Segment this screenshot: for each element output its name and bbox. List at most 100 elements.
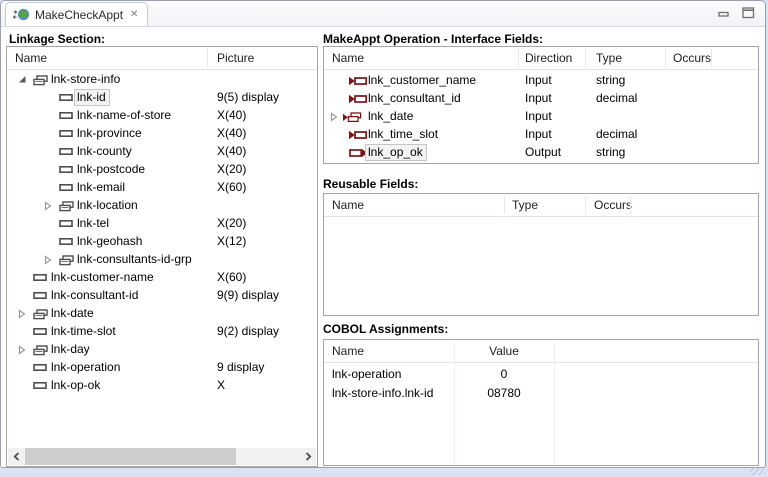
column-header-direction[interactable]: Direction — [525, 51, 572, 65]
field-icon — [59, 129, 73, 138]
scroll-right-icon[interactable] — [299, 448, 316, 465]
tree-row[interactable]: lnk-consultant-id9(9) display — [7, 286, 317, 304]
tree-row-name: lnk-operation — [51, 360, 120, 374]
column-header-name[interactable]: Name — [332, 51, 364, 65]
tab-title: MakeCheckAppt — [35, 8, 123, 22]
tree-row[interactable]: lnk-customer-name X(60) — [7, 268, 317, 286]
assignment-row[interactable]: lnk-store-info.lnk-id08780 — [324, 383, 758, 402]
column-header-type[interactable]: Type — [512, 198, 538, 212]
interface-field-row[interactable]: lnk_customer_nameInputstring — [324, 71, 758, 89]
field-icon — [59, 219, 73, 228]
tab-makecheckappt[interactable]: MakeCheckAppt ✕ — [5, 2, 148, 26]
cobol-assignments-panel: Name Value lnk-operation0lnk-store-info.… — [323, 339, 759, 466]
tree-row[interactable]: lnk-operation9 display — [7, 358, 317, 376]
column-divider[interactable] — [630, 196, 631, 214]
assignment-name: lnk-store-info.lnk-id — [332, 386, 433, 400]
column-header-name[interactable]: Name — [332, 198, 364, 212]
column-header-name[interactable]: Name — [332, 344, 364, 358]
expand-toggle-icon[interactable] — [18, 309, 26, 319]
field-icon — [33, 273, 47, 282]
tree-row-name: lnk-name-of-store — [77, 108, 171, 122]
column-header-occurs[interactable]: Occurs — [594, 198, 632, 212]
input-group-icon — [343, 112, 362, 123]
column-header-value[interactable]: Value — [454, 344, 554, 358]
column-divider[interactable] — [518, 49, 519, 67]
tree-row[interactable]: lnk-countyX(40) — [7, 142, 317, 160]
interface-fields-header: Name Direction Type Occurs — [324, 47, 758, 70]
group-icon — [33, 309, 48, 320]
tree-row[interactable]: lnk-consultants-id-grp — [7, 250, 317, 268]
horizontal-scrollbar[interactable] — [8, 448, 316, 465]
interface-fields-label: MakeAppt Operation - Interface Fields: — [323, 32, 543, 46]
tree-row[interactable]: lnk-store-info — [7, 70, 317, 88]
tree-row-name: lnk-op-ok — [51, 378, 100, 392]
interface-field-row[interactable]: lnk_time_slotInputdecimal — [324, 125, 758, 143]
tree-row-picture: X(20) — [217, 162, 246, 176]
tree-row[interactable]: lnk-provinceX(40) — [7, 124, 317, 142]
tree-row-name: lnk-store-info — [51, 72, 120, 86]
column-header-occurs[interactable]: Occurs — [673, 51, 711, 65]
resize-grip[interactable] — [750, 467, 764, 475]
column-divider[interactable] — [585, 49, 586, 67]
tree-row[interactable]: lnk-emailX(60) — [7, 178, 317, 196]
column-divider[interactable] — [585, 196, 586, 214]
column-divider[interactable] — [711, 49, 712, 67]
scroll-left-icon[interactable] — [8, 448, 25, 465]
column-divider[interactable] — [207, 49, 208, 67]
tree-row[interactable]: lnk-date — [7, 304, 317, 322]
interface-field-name: lnk_op_ok — [365, 144, 427, 161]
column-header-picture[interactable]: Picture — [217, 51, 254, 65]
tree-row[interactable]: lnk-geohashX(12) — [7, 232, 317, 250]
reusable-fields-panel: Name Type Occurs — [323, 193, 759, 316]
maximize-view-button[interactable] — [741, 7, 755, 19]
expand-toggle-icon[interactable] — [44, 255, 52, 265]
interface-field-direction: Input — [525, 127, 552, 141]
tree-row-name: lnk-location — [77, 198, 138, 212]
column-header-name[interactable]: Name — [15, 51, 47, 65]
tree-row-name: lnk-tel — [77, 216, 109, 230]
column-divider[interactable] — [665, 49, 666, 67]
column-divider — [454, 342, 455, 464]
scrollbar-thumb[interactable] — [25, 448, 236, 465]
tree-row-name: lnk-province — [77, 126, 142, 140]
tree-row[interactable]: lnk-name-of-storeX(40) — [7, 106, 317, 124]
minimize-view-button[interactable] — [717, 7, 731, 19]
tree-row[interactable]: lnk-time-slot9(2) display — [7, 322, 317, 340]
group-icon — [59, 255, 74, 266]
tree-row-name: lnk-email — [77, 180, 125, 194]
tree-row-name: lnk-customer-name — [51, 270, 154, 284]
linkage-tree-panel: Name Picture lnk-store-info lnk-id9(5) di… — [6, 46, 318, 467]
expand-toggle-icon[interactable] — [330, 112, 338, 122]
column-header-type[interactable]: Type — [596, 51, 622, 65]
makecheckappt-view: MakeCheckAppt ✕ Linkage Section: MakeApp… — [0, 0, 766, 468]
interface-field-direction: Output — [525, 145, 561, 159]
expand-toggle-icon[interactable] — [18, 345, 26, 355]
field-icon — [59, 147, 73, 156]
interface-field-row[interactable]: lnk_consultant_idInputdecimal — [324, 89, 758, 107]
tree-row[interactable]: lnk-postcodeX(20) — [7, 160, 317, 178]
field-icon — [59, 111, 73, 120]
interface-field-direction: Input — [525, 109, 552, 123]
tree-row-name: lnk-day — [51, 342, 90, 356]
tree-row[interactable]: lnk-op-okX — [7, 376, 317, 394]
assignment-row[interactable]: lnk-operation0 — [324, 364, 758, 383]
close-icon[interactable]: ✕ — [128, 9, 140, 21]
interface-field-row[interactable]: lnk_dateInput — [324, 107, 758, 125]
tree-row-name: lnk-id — [74, 89, 110, 106]
tree-row[interactable]: lnk-location — [7, 196, 317, 214]
tree-row[interactable]: lnk-day — [7, 340, 317, 358]
field-icon — [59, 93, 73, 102]
column-divider[interactable] — [504, 196, 505, 214]
collapse-toggle-icon[interactable] — [18, 75, 27, 84]
tree-row[interactable]: lnk-telX(20) — [7, 214, 317, 232]
tree-row-picture: X(12) — [217, 234, 246, 248]
tree-row[interactable]: lnk-id9(5) display — [7, 88, 317, 106]
interface-field-direction: Input — [525, 91, 552, 105]
tree-row-picture: 9(9) display — [217, 288, 279, 302]
input-field-icon — [349, 94, 368, 104]
expand-toggle-icon[interactable] — [44, 201, 52, 211]
service-interface-icon — [13, 8, 30, 21]
interface-field-row[interactable]: lnk_op_okOutputstring — [324, 143, 758, 161]
assignment-name: lnk-operation — [332, 367, 401, 381]
tree-row-picture: X(60) — [217, 270, 246, 284]
